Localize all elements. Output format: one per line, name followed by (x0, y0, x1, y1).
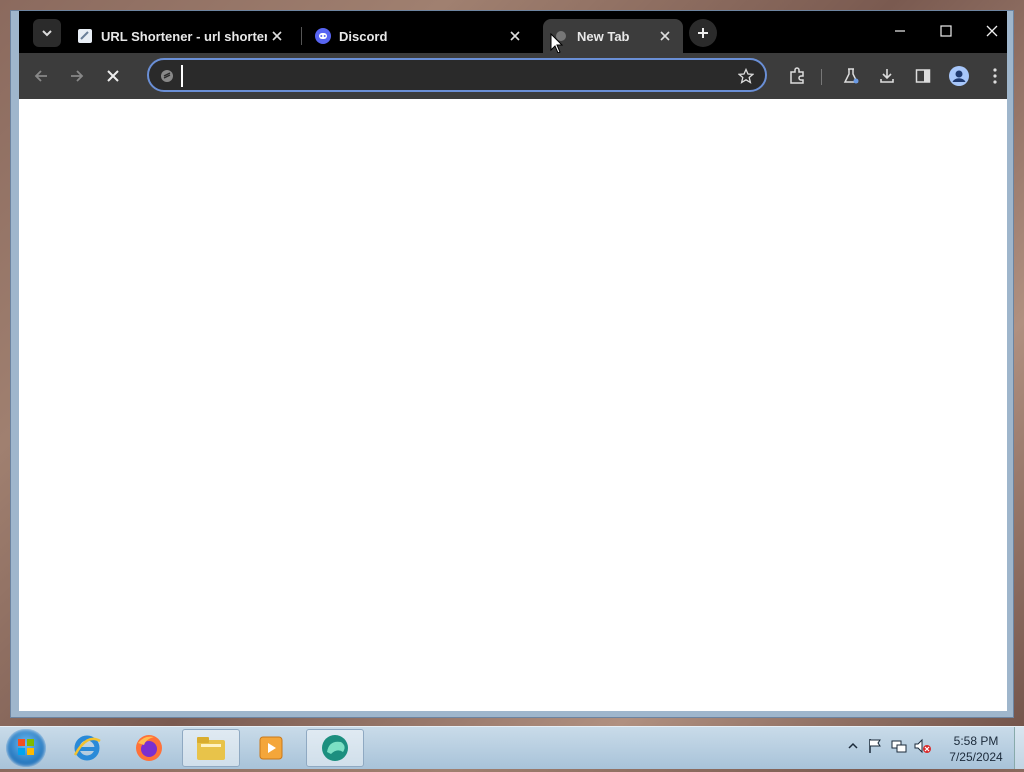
chevron-down-icon (42, 30, 52, 37)
more-vertical-icon (993, 68, 997, 84)
tab-url-shortener[interactable]: URL Shortener - url shortening (67, 19, 295, 53)
close-tab-icon[interactable] (657, 28, 673, 44)
file-explorer-icon[interactable] (182, 729, 240, 767)
tab-divider (301, 27, 302, 45)
forward-button[interactable] (63, 63, 91, 89)
clock-date: 7/25/2024 (949, 750, 1003, 764)
windows-logo-icon (18, 739, 34, 755)
minimize-icon (895, 30, 905, 32)
taskbar: 5:58 PM 7/25/2024 (0, 726, 1024, 769)
menu-button[interactable] (981, 63, 1009, 89)
tab-label: Discord (339, 28, 388, 44)
show-hidden-icons-icon[interactable] (844, 737, 862, 755)
browser-toolbar (19, 53, 1007, 99)
page-content (19, 99, 1007, 711)
toolbar-divider (821, 69, 822, 85)
flask-icon (843, 68, 859, 84)
media-player-icon[interactable] (242, 729, 300, 767)
tab-search-button[interactable] (33, 19, 61, 47)
show-desktop-button[interactable] (1014, 727, 1024, 769)
tab-label: New Tab (577, 28, 630, 44)
back-button[interactable] (27, 63, 55, 89)
tab-label: URL Shortener - url shortening (101, 28, 267, 44)
download-icon (880, 69, 894, 83)
labs-button[interactable] (837, 63, 865, 89)
downloads-button[interactable] (873, 63, 901, 89)
address-input[interactable] (181, 65, 729, 87)
action-center-flag-icon[interactable] (866, 737, 884, 755)
start-button[interactable] (6, 729, 46, 767)
firefox-icon[interactable] (120, 729, 178, 767)
browser-app-icon[interactable] (306, 729, 364, 767)
minimize-button[interactable] (885, 19, 915, 43)
side-panel-icon (915, 69, 931, 83)
puzzle-icon (790, 67, 804, 84)
arrow-left-icon (34, 70, 47, 82)
close-icon (107, 70, 119, 82)
close-tab-icon[interactable] (507, 28, 523, 44)
arrow-right-icon (71, 70, 84, 82)
plus-icon (698, 28, 708, 38)
tab-discord[interactable]: Discord (305, 19, 533, 53)
maximize-icon (940, 25, 952, 37)
stop-loading-button[interactable] (99, 63, 127, 89)
extensions-button[interactable] (783, 63, 811, 89)
clock-time: 5:58 PM (953, 734, 999, 748)
volume-muted-icon[interactable] (914, 737, 932, 755)
side-panel-button[interactable] (909, 63, 937, 89)
site-info-icon[interactable] (159, 68, 175, 84)
close-window-button[interactable] (977, 19, 1007, 43)
network-icon[interactable] (890, 737, 908, 755)
tab-strip: URL Shortener - url shortening Discord N… (19, 11, 1007, 54)
browser-window: URL Shortener - url shortening Discord N… (10, 10, 1014, 718)
maximize-button[interactable] (931, 19, 961, 43)
profile-button[interactable] (945, 63, 973, 89)
address-bar[interactable] (147, 58, 767, 92)
link-icon (77, 28, 93, 44)
system-clock[interactable]: 5:58 PM 7/25/2024 (944, 733, 1008, 765)
close-tab-icon[interactable] (269, 28, 285, 44)
discord-icon (315, 28, 331, 44)
close-icon (986, 25, 998, 37)
avatar-icon (949, 66, 969, 86)
bookmark-star-icon[interactable] (737, 67, 755, 85)
new-tab-button[interactable] (689, 19, 717, 47)
tab-new-tab[interactable]: New Tab (543, 19, 683, 53)
internet-explorer-icon[interactable] (58, 729, 116, 767)
